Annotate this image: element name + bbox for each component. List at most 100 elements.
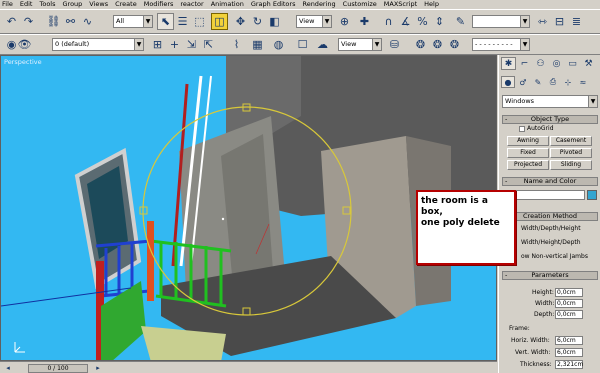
create-tab-icon[interactable]: ✱ (501, 57, 516, 70)
category-dropdown[interactable]: Windows ▼ (502, 95, 598, 108)
menu-graph-editors[interactable]: Graph Editors (251, 0, 296, 9)
name-color-rollout[interactable]: - Name and Color (502, 177, 598, 186)
width-field[interactable]: 0,0cm (555, 299, 583, 308)
menu-rendering[interactable]: Rendering (302, 0, 335, 9)
secondary-toolbar: ◉ 👁 0 (default) ▼ ⊞ + ⇲ ⇱ ⌇ ▦ ◍ ☐ ☁ View ▼… (0, 34, 600, 55)
menu-create[interactable]: Create (115, 0, 137, 9)
layer-manager-icon[interactable]: ≣ (568, 13, 585, 30)
lights-icon[interactable]: ✎ (531, 76, 545, 88)
spinner-snap-icon[interactable]: ⇕ (431, 13, 448, 30)
chevron-down-icon: ▼ (322, 16, 331, 27)
pivoted-button[interactable]: Pivoted (550, 148, 592, 158)
unlink-icon[interactable]: ⚯ (62, 13, 79, 30)
percent-snap-icon[interactable]: % (414, 13, 431, 30)
width-depth-height-option[interactable]: Width/Depth/Height (521, 225, 581, 232)
select-in-layer-icon[interactable]: ⇲ (183, 36, 200, 53)
align-icon[interactable]: ⊟ (551, 13, 568, 30)
undo-icon[interactable]: ↶ (3, 13, 20, 30)
select-by-name-icon[interactable]: ☰ (174, 13, 191, 30)
render-scene-icon[interactable]: ☐ (294, 36, 311, 53)
projected-button[interactable]: Projected (507, 160, 549, 170)
shapes-icon[interactable]: ♂ (516, 76, 530, 88)
add-to-layer-icon[interactable]: + (166, 36, 183, 53)
angle-snap-icon[interactable]: ∡ (397, 13, 414, 30)
eye-icon[interactable]: 👁 (16, 36, 33, 53)
reactor-dropdown[interactable]: - - - - - - - - - ▼ (472, 38, 530, 51)
quick-render-icon[interactable]: ☁ (314, 36, 331, 53)
autogrid-checkbox[interactable]: AutoGrid (519, 125, 554, 132)
create-layer-icon[interactable]: ⊞ (149, 36, 166, 53)
select-manipulate-icon[interactable]: ✚ (356, 13, 373, 30)
height-field[interactable]: 0,0cm (555, 288, 583, 297)
rectangular-selection-icon[interactable]: ⬚ (191, 13, 208, 30)
render-type-icon[interactable]: ⛁ (386, 36, 403, 53)
layer-dropdown[interactable]: 0 (default) ▼ (52, 38, 144, 51)
next-frame-icon[interactable]: ▸ (92, 362, 104, 373)
cameras-icon[interactable]: ⎙ (546, 76, 560, 88)
set-current-layer-icon[interactable]: ⇱ (200, 36, 217, 53)
menu-edit[interactable]: Edit (20, 0, 33, 9)
select-move-icon[interactable]: ✥ (232, 13, 249, 30)
vert-width-field[interactable]: 6,0cm (555, 348, 583, 357)
helpers-icon[interactable]: ⊹ (561, 76, 575, 88)
hierarchy-tab-icon[interactable]: ⚇ (533, 57, 548, 70)
creation-method-rollout[interactable]: -Creation Method (502, 212, 598, 221)
thickness-field[interactable]: 2,321cm (555, 360, 583, 369)
coordinate-system-dropdown[interactable]: View ▼ (338, 38, 382, 51)
bind-spacewarp-icon[interactable]: ∿ (79, 13, 96, 30)
display-tab-icon[interactable]: ▭ (565, 57, 580, 70)
horiz-width-field[interactable]: 6,0cm (555, 336, 583, 345)
fixed-button[interactable]: Fixed (507, 148, 549, 158)
depth-field[interactable]: 0,0cm (555, 310, 583, 319)
motion-tab-icon[interactable]: ◎ (549, 57, 564, 70)
geometry-icon[interactable]: ● (501, 76, 515, 88)
utilities-tab-icon[interactable]: ⚒ (581, 57, 596, 70)
curve-editor-icon[interactable]: ⌇ (228, 36, 245, 53)
menu-reactor[interactable]: reactor (180, 0, 203, 9)
select-scale-icon[interactable]: ◧ (266, 13, 283, 30)
selection-filter-dropdown[interactable]: All ▼ (113, 15, 153, 28)
reactor-create-icon[interactable]: ❂ (412, 36, 429, 53)
chevron-down-icon: ▼ (520, 16, 529, 27)
object-type-rollout[interactable]: - Object Type (502, 115, 598, 124)
allow-non-vertical-jambs-checkbox[interactable]: ow Non-vertical Jambs (521, 253, 588, 260)
menu-group[interactable]: Group (63, 0, 83, 9)
menu-modifiers[interactable]: Modifiers (144, 0, 174, 9)
object-name-field[interactable] (505, 190, 585, 200)
viewport-label[interactable]: Perspective (4, 58, 42, 66)
menu-maxscript[interactable]: MAXScript (384, 0, 417, 9)
time-slider[interactable]: 0 / 100 (28, 364, 88, 373)
snap-toggle-icon[interactable]: ∩ (380, 13, 397, 30)
reactor-collection-icon[interactable]: ❂ (429, 36, 446, 53)
schematic-view-icon[interactable]: ▦ (249, 36, 266, 53)
parameters-title: Parameters (531, 271, 569, 279)
menu-help[interactable]: Help (424, 0, 439, 9)
prev-frame-icon[interactable]: ◂ (2, 362, 14, 373)
pivot-center-icon[interactable]: ⊕ (336, 13, 353, 30)
material-editor-icon[interactable]: ◍ (270, 36, 287, 53)
select-rotate-icon[interactable]: ↻ (249, 13, 266, 30)
width-height-depth-option[interactable]: Width/Height/Depth (521, 239, 581, 246)
time-slider-bar: ◂ 0 / 100 ▸ (0, 361, 497, 373)
named-selection-icon[interactable]: ✎ (452, 13, 469, 30)
redo-icon[interactable]: ↷ (20, 13, 37, 30)
object-color-swatch[interactable] (587, 190, 597, 200)
named-selection-sets-dropdown[interactable]: ▼ (472, 15, 530, 28)
spacewarps-icon[interactable]: ≈ (576, 76, 590, 88)
select-object-icon[interactable]: ⬉ (157, 13, 174, 30)
awning-button[interactable]: Awning (507, 136, 549, 146)
link-icon[interactable]: ⛓ (45, 13, 62, 30)
menu-views[interactable]: Views (89, 0, 108, 9)
reactor-object-icon[interactable]: ❂ (446, 36, 463, 53)
parameters-rollout[interactable]: - Parameters (502, 271, 598, 280)
modify-tab-icon[interactable]: ⌐ (517, 57, 532, 70)
window-crossing-icon[interactable]: ◫ (211, 13, 228, 30)
reference-coordinate-dropdown[interactable]: View ▼ (296, 15, 332, 28)
casement-button[interactable]: Casement (550, 136, 592, 146)
menu-file[interactable]: File (2, 0, 13, 9)
menu-tools[interactable]: Tools (39, 0, 55, 9)
menu-customize[interactable]: Customize (343, 0, 377, 9)
mirror-icon[interactable]: ⇿ (534, 13, 551, 30)
menu-animation[interactable]: Animation (211, 0, 244, 9)
sliding-button[interactable]: Sliding (550, 160, 592, 170)
